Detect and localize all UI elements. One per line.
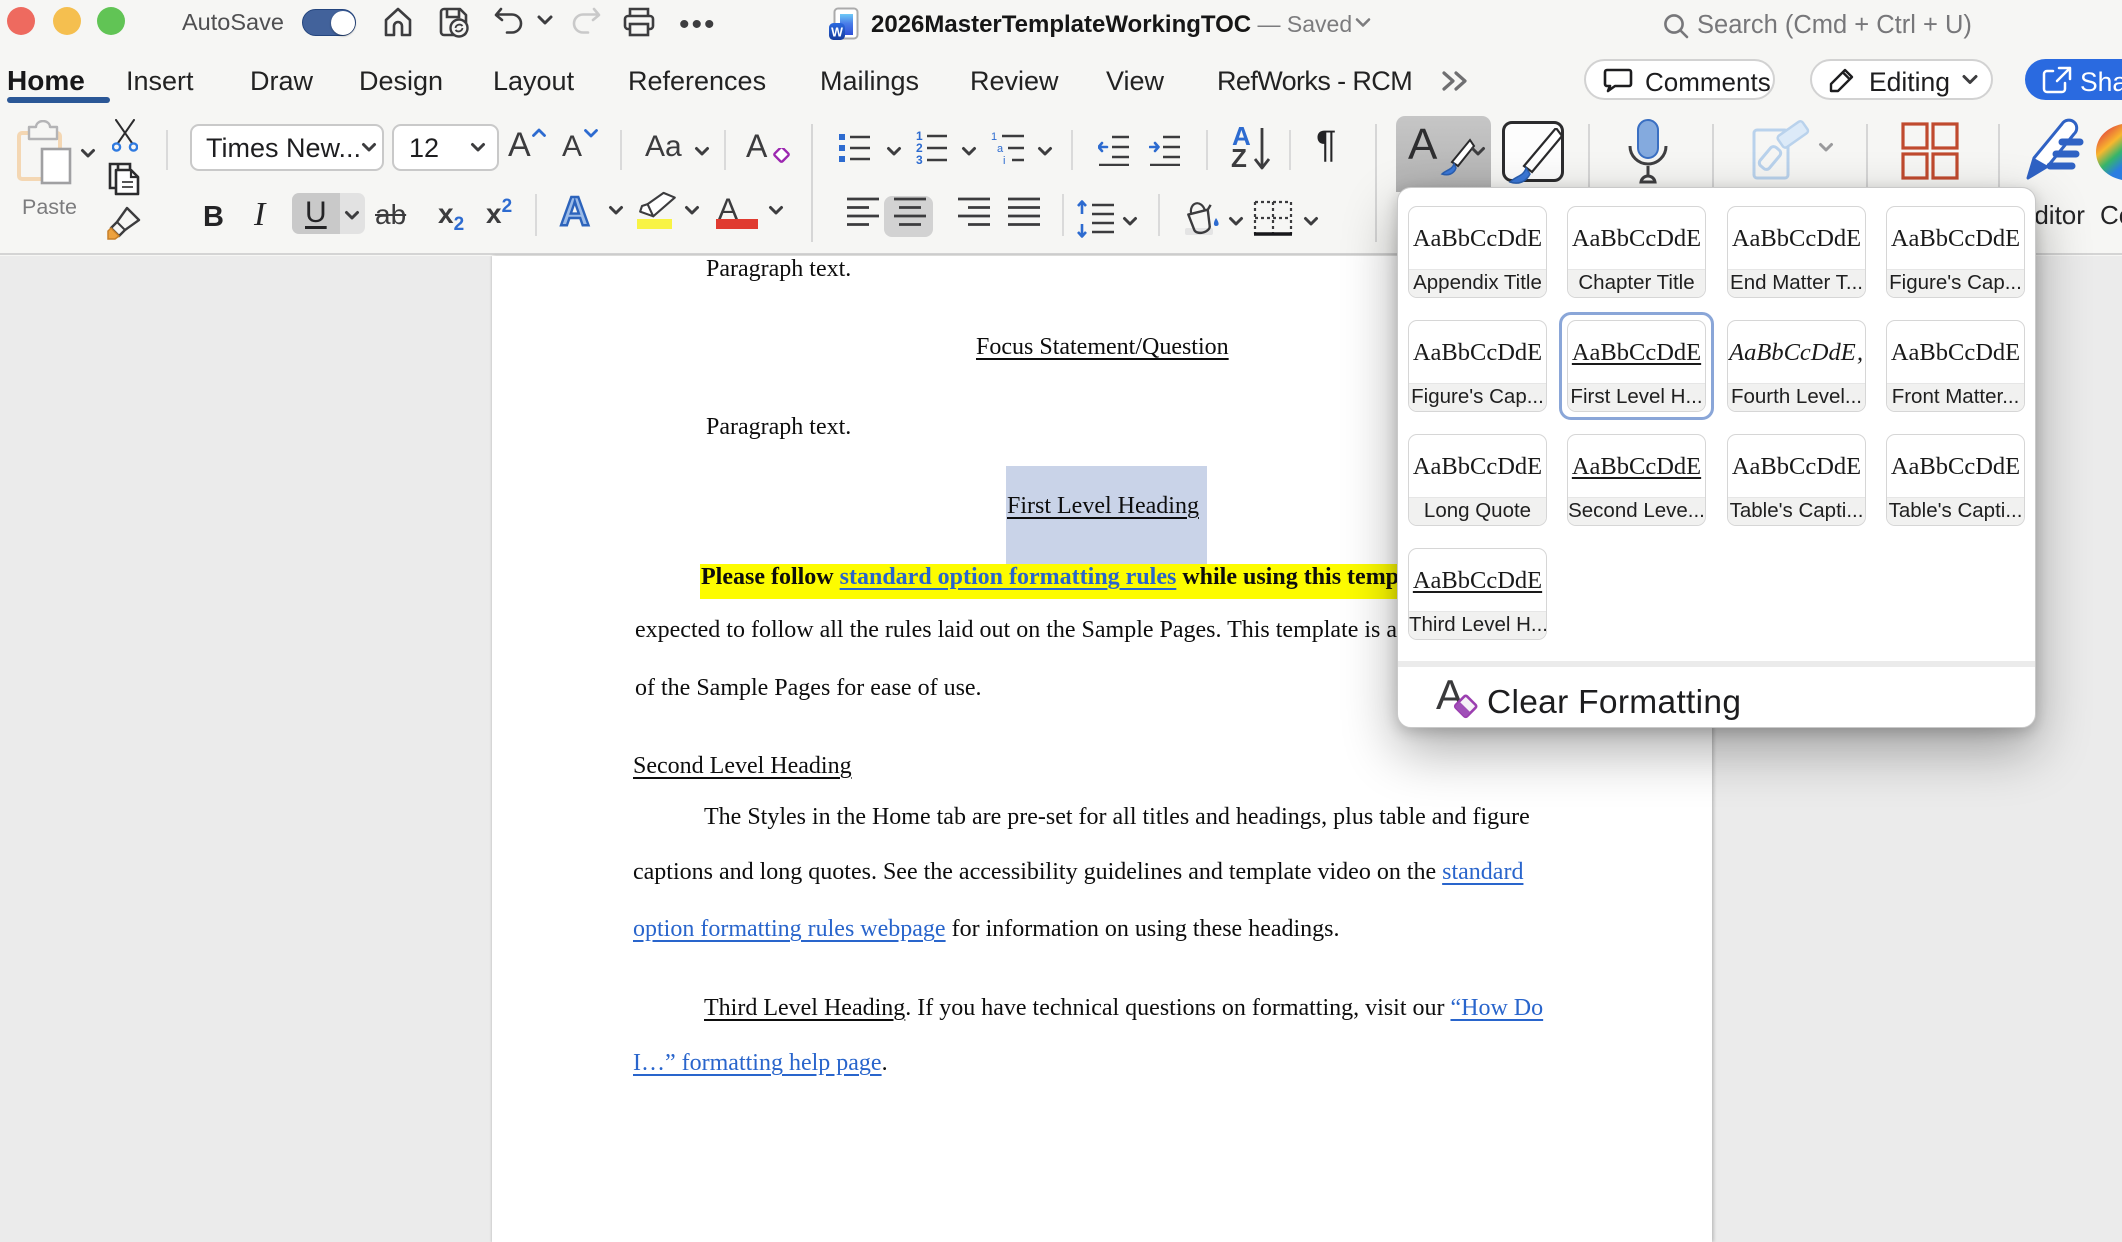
svg-text:a: a xyxy=(997,143,1004,155)
svg-text:i: i xyxy=(1003,155,1005,166)
svg-text:W: W xyxy=(831,26,843,40)
svg-text:3: 3 xyxy=(916,153,923,166)
svg-text:1: 1 xyxy=(991,131,997,143)
